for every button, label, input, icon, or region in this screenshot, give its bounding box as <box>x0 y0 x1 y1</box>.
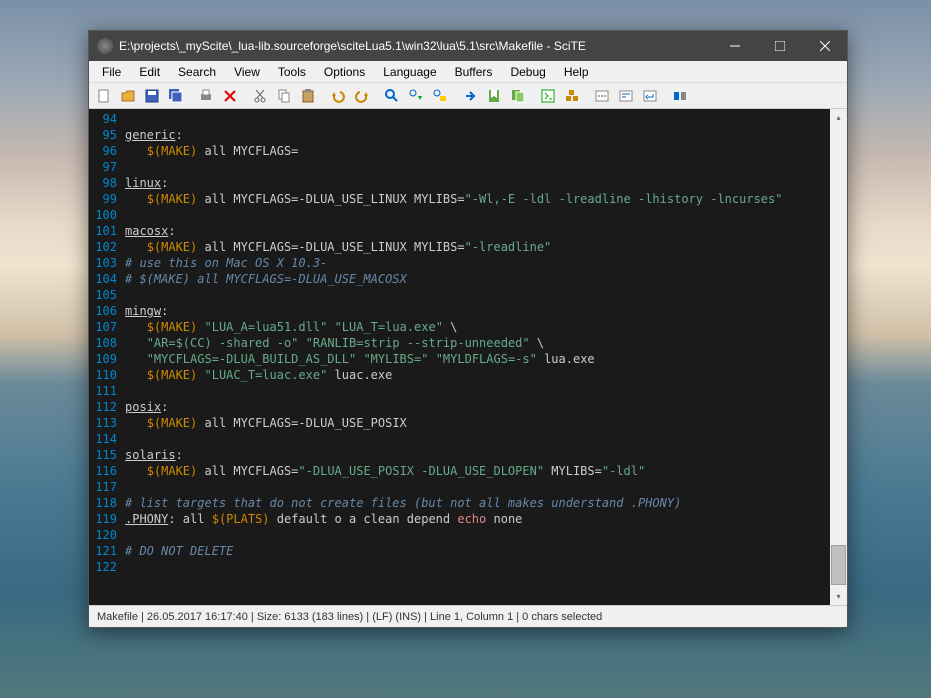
menu-file[interactable]: File <box>93 63 130 81</box>
find-icon[interactable] <box>381 85 403 107</box>
new-icon[interactable] <box>93 85 115 107</box>
cut-icon[interactable] <box>249 85 271 107</box>
line-gutter: 9495969798991001011021031041051061071081… <box>89 109 121 605</box>
statusbar: Makefile | 26.05.2017 16:17:40 | Size: 6… <box>89 605 847 627</box>
replace-icon[interactable] <box>429 85 451 107</box>
linewrap-icon[interactable] <box>615 85 637 107</box>
minimize-button[interactable] <box>712 31 757 61</box>
goto-icon[interactable] <box>459 85 481 107</box>
paste-icon[interactable] <box>297 85 319 107</box>
scroll-down-icon[interactable]: ▾ <box>830 588 847 605</box>
menu-search[interactable]: Search <box>169 63 225 81</box>
menu-edit[interactable]: Edit <box>130 63 169 81</box>
menu-buffers[interactable]: Buffers <box>446 63 502 81</box>
menu-language[interactable]: Language <box>374 63 445 81</box>
open-icon[interactable] <box>117 85 139 107</box>
eol-icon[interactable] <box>639 85 661 107</box>
vertical-scrollbar[interactable]: ▴ ▾ <box>830 109 847 605</box>
editor-window: E:\projects\_myScite\_lua-lib.sourceforg… <box>88 30 848 628</box>
whitespace-icon[interactable] <box>591 85 613 107</box>
scroll-thumb[interactable] <box>831 545 846 585</box>
toolbar <box>89 83 847 109</box>
menu-debug[interactable]: Debug <box>501 63 554 81</box>
scroll-up-icon[interactable]: ▴ <box>830 109 847 126</box>
bookmark-icon[interactable] <box>483 85 505 107</box>
redo-icon[interactable] <box>351 85 373 107</box>
menu-view[interactable]: View <box>225 63 269 81</box>
close-button[interactable] <box>802 31 847 61</box>
window-title: E:\projects\_myScite\_lua-lib.sourceforg… <box>119 39 712 53</box>
delete-icon[interactable] <box>219 85 241 107</box>
undo-icon[interactable] <box>327 85 349 107</box>
save-all-icon[interactable] <box>165 85 187 107</box>
menu-tools[interactable]: Tools <box>269 63 315 81</box>
menubar: File Edit Search View Tools Options Lang… <box>89 61 847 83</box>
print-icon[interactable] <box>195 85 217 107</box>
app-icon <box>97 38 113 54</box>
toggle-icon[interactable] <box>669 85 691 107</box>
find-next-icon[interactable] <box>405 85 427 107</box>
code-content[interactable]: generic: $(MAKE) all MYCFLAGS=linux: $(M… <box>121 109 830 605</box>
save-icon[interactable] <box>141 85 163 107</box>
compile-icon[interactable] <box>537 85 559 107</box>
bookmarks-icon[interactable] <box>507 85 529 107</box>
editor-area[interactable]: 9495969798991001011021031041051061071081… <box>89 109 847 605</box>
status-text: Makefile | 26.05.2017 16:17:40 | Size: 6… <box>97 611 602 623</box>
menu-help[interactable]: Help <box>555 63 598 81</box>
menu-options[interactable]: Options <box>315 63 374 81</box>
copy-icon[interactable] <box>273 85 295 107</box>
titlebar[interactable]: E:\projects\_myScite\_lua-lib.sourceforg… <box>89 31 847 61</box>
build-icon[interactable] <box>561 85 583 107</box>
maximize-button[interactable] <box>757 31 802 61</box>
